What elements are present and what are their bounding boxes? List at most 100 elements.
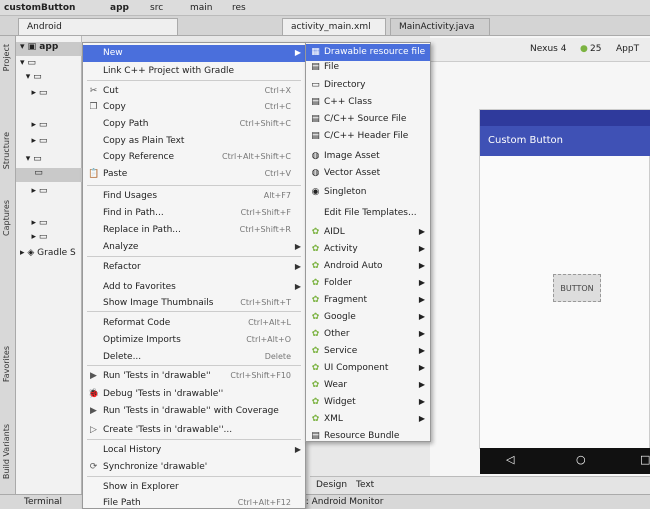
menu-item-label: New [103,48,123,58]
new-item-resource-bundle[interactable]: ▤ Resource Bundle [306,428,430,445]
new-item-singleton[interactable]: ◉ Singleton [306,184,430,201]
tree-node-app[interactable]: ▾ ▣ app [16,42,82,56]
new-item-other[interactable]: ✿ Other ▶ [306,326,430,343]
android-monitor-button[interactable]: 6: Android Monitor [300,497,384,507]
menu-item-find-usages[interactable]: Find Usages Alt+F7 [83,188,305,205]
menu-item-local-history[interactable]: Local History ▶ [83,442,305,459]
tab-design[interactable]: Design [310,480,353,490]
new-item-wear[interactable]: ✿ Wear ▶ [306,377,430,394]
menu-item-replace-in-path[interactable]: Replace in Path... Ctrl+Shift+R [83,222,305,239]
menu-item-copy[interactable]: ❐ Copy Ctrl+C [83,99,305,116]
tree-node[interactable]: ▸ ▭ [20,218,47,232]
new-item-file[interactable]: ▤ File [306,59,430,76]
menu-item-copy-as-plain-text[interactable]: Copy as Plain Text [83,133,305,150]
menu-item-show-in-explorer[interactable]: Show in Explorer [83,479,305,496]
favorites-tool-button[interactable]: Favorites [2,346,14,382]
menu-item-new[interactable]: New ▶ [83,45,305,62]
menu-item-icon: 📋 [88,169,100,179]
menu-item-copy-path[interactable]: Copy Path Ctrl+Shift+C [83,116,305,133]
menu-item-debug-tests-in-drawable[interactable]: 🐞 Debug 'Tests in 'drawable'' [83,386,305,403]
breadcrumb-src[interactable]: src [150,3,163,13]
tree-node[interactable]: ▾ ▭ [20,58,36,72]
tree-node[interactable]: ▸ ▭ [20,120,47,134]
menu-item-add-to-favorites[interactable]: Add to Favorites ▶ [83,279,305,296]
new-item-c-c-header-file[interactable]: ▤ C/C++ Header File [306,128,430,145]
new-item-ui-component[interactable]: ✿ UI Component ▶ [306,360,430,377]
structure-tool-button[interactable]: Structure [2,132,14,169]
new-item-image-asset[interactable]: ◍ Image Asset [306,148,430,165]
new-item-aidl[interactable]: ✿ AIDL ▶ [306,224,430,241]
tree-node[interactable]: ▸ ▭ [20,136,47,150]
menu-item-reformat-code[interactable]: Reformat Code Ctrl+Alt+L [83,315,305,332]
new-item-folder[interactable]: ✿ Folder ▶ [306,275,430,292]
menu-item-label: Replace in Path... [103,225,181,235]
api-selector[interactable]: 25 [590,44,601,54]
menu-item-copy-reference[interactable]: Copy Reference Ctrl+Alt+Shift+C [83,149,305,166]
menu-item-refactor[interactable]: Refactor ▶ [83,259,305,276]
theme-selector[interactable]: AppT [616,44,639,54]
breadcrumb-res[interactable]: res [232,3,246,13]
tree-node[interactable]: ▾ ▭ [20,72,42,86]
menu-separator [87,185,301,186]
menu-item-optimize-imports[interactable]: Optimize Imports Ctrl+Alt+O [83,332,305,349]
new-item-widget[interactable]: ✿ Widget ▶ [306,394,430,411]
new-item-android-auto[interactable]: ✿ Android Auto ▶ [306,258,430,275]
new-item-vector-asset[interactable]: ◍ Vector Asset [306,165,430,182]
menu-item-file-path[interactable]: File Path Ctrl+Alt+F12 [83,495,305,509]
captures-tool-button[interactable]: Captures [2,200,14,236]
terminal-tool-button[interactable]: Terminal [24,497,62,507]
submenu-arrow-icon: ▶ [294,445,301,454]
new-item-edit-file-templates[interactable]: Edit File Templates... [306,205,430,222]
menu-item-link-c-project-with-gradle[interactable]: Link C++ Project with Gradle [83,63,305,80]
submenu-arrow-icon: ▶ [418,346,425,355]
menu-item-icon-empty [88,282,99,293]
tree-node-gradle[interactable]: ▸ ◈ Gradle S [20,248,76,262]
tree-node[interactable]: ▸ ▭ [20,232,47,246]
tree-node-drawable[interactable]: ▭ [16,168,82,182]
new-item-c-class[interactable]: ▤ C++ Class [306,94,430,111]
menu-item-cut[interactable]: ✂ Cut Ctrl+X [83,83,305,100]
file-type-icon: ▦ [311,47,320,57]
preview-button[interactable]: BUTTON [553,274,601,302]
tab-project-view[interactable]: Android [18,18,178,35]
menu-item-label: Find Usages [103,191,158,201]
new-item-fragment[interactable]: ✿ Fragment ▶ [306,292,430,309]
build-variants-tool-button[interactable]: Build Variants [2,424,14,479]
breadcrumb-project[interactable]: customButton [4,3,75,13]
menu-item-run-tests-in-drawable-with-coverage[interactable]: ▶ Run 'Tests in 'drawable'' with Coverage [83,403,305,420]
menu-item-icon: ✂ [89,86,98,96]
menu-item-label: Run 'Tests in 'drawable'' with Coverage [103,406,279,416]
breadcrumb-main[interactable]: main [190,3,213,13]
recents-icon: □ [640,453,650,466]
menu-item-label: Show Image Thumbnails [103,298,214,308]
tree-node[interactable]: ▸ ▭ [20,186,47,200]
breadcrumb-module[interactable]: app [110,3,129,13]
tab-main-activity[interactable]: MainActivity.java [390,18,490,35]
new-item-activity[interactable]: ✿ Activity ▶ [306,241,430,258]
menu-item-synchronize-drawable[interactable]: ⟳ Synchronize 'drawable' [83,459,305,476]
new-item-directory[interactable]: ▭ Directory [306,77,430,94]
new-item-google[interactable]: ✿ Google ▶ [306,309,430,326]
project-tool-button[interactable]: Project [2,44,14,71]
tab-text[interactable]: Text [350,480,380,490]
menu-item-run-tests-in-drawable[interactable]: ▶ Run 'Tests in 'drawable'' Ctrl+Shift+F10 [83,368,305,385]
menu-item-show-image-thumbnails[interactable]: Show Image Thumbnails Ctrl+Shift+T [83,295,305,312]
file-type-icon: ▤ [311,431,320,441]
new-item-c-c-source-file[interactable]: ▤ C/C++ Source File [306,111,430,128]
device-selector[interactable]: Nexus 4 [530,44,566,54]
menu-item-delete[interactable]: Delete... Delete [83,349,305,366]
menu-item-paste[interactable]: 📋 Paste Ctrl+V [83,166,305,183]
new-item-service[interactable]: ✿ Service ▶ [306,343,430,360]
new-item-xml[interactable]: ✿ XML ▶ [306,411,430,428]
menu-item-analyze[interactable]: Analyze ▶ [83,239,305,256]
menu-item-create-tests-in-drawable[interactable]: ▷ Create 'Tests in 'drawable''... [83,422,305,439]
android-icon: ✿ [311,278,320,288]
menu-item-label: Refactor [103,262,141,272]
menu-item-label: Cut [103,86,119,96]
tree-node[interactable]: ▾ ▭ [20,154,42,168]
new-item-label: UI Component [324,363,389,373]
tree-node[interactable]: ▸ ▭ [20,88,47,102]
menu-item-find-in-path[interactable]: Find in Path... Ctrl+Shift+F [83,205,305,222]
tab-activity-main[interactable]: activity_main.xml [282,18,386,35]
menu-item-icon: ▷ [90,425,97,435]
